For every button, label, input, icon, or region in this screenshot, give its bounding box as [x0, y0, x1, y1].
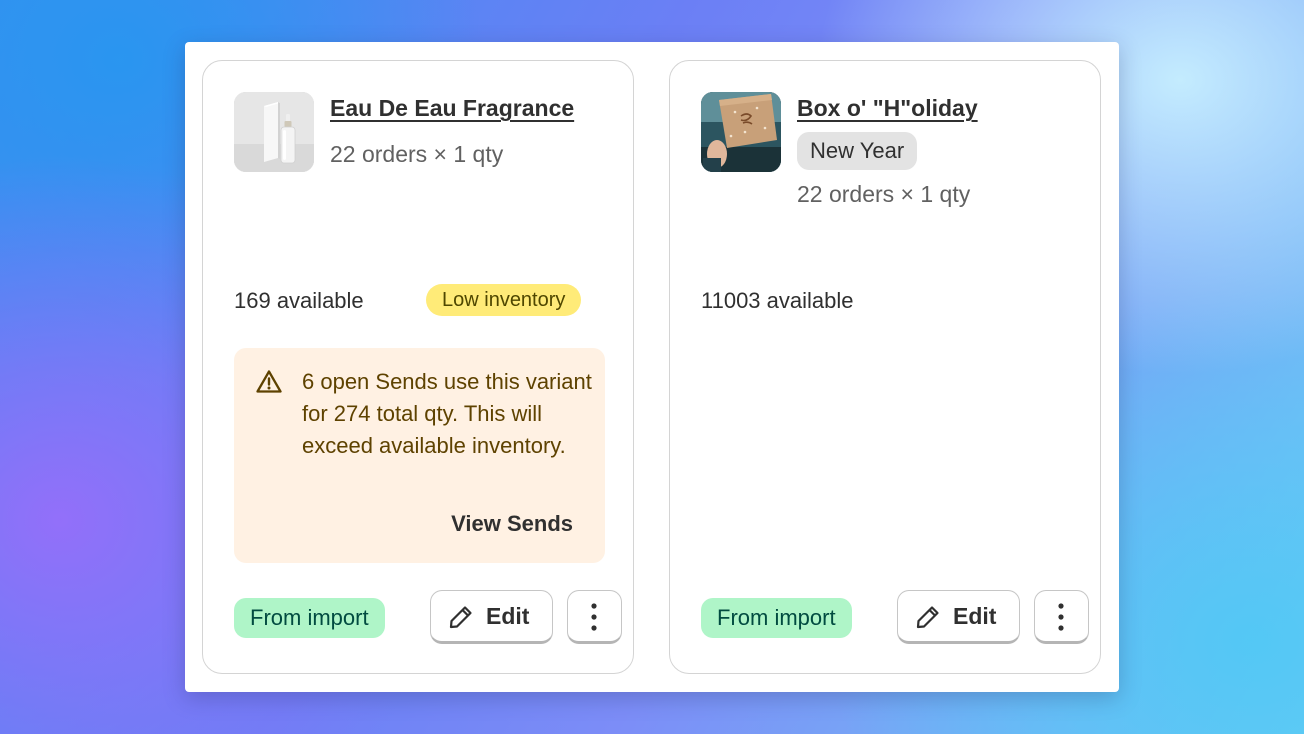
product-tag: New Year — [797, 132, 918, 170]
orders-summary: 22 orders × 1 qty — [330, 141, 504, 167]
edit-button-label: Edit — [953, 603, 997, 629]
variants-panel: Eau De Eau Fragrance 22 orders × 1 qty 1… — [185, 42, 1119, 692]
product-title-link[interactable]: Eau De Eau Fragrance — [330, 95, 574, 122]
product-title-link[interactable]: Box o' "H"oliday — [797, 95, 978, 122]
more-actions-button[interactable] — [567, 590, 622, 644]
more-actions-button[interactable] — [1034, 590, 1089, 644]
pencil-icon — [916, 606, 939, 629]
source-badge: From import — [234, 598, 385, 638]
low-inventory-badge: Low inventory — [426, 284, 582, 316]
source-badge: From import — [701, 598, 852, 638]
view-sends-link[interactable]: View Sends — [451, 511, 573, 537]
product-card-box-holiday: Box o' "H"oliday New Year 22 orders × 1 … — [669, 60, 1101, 674]
product-thumbnail — [701, 92, 781, 172]
alert-triangle-icon — [256, 370, 282, 393]
warning-message: 6 open Sends use this variant for 274 to… — [302, 369, 592, 458]
holiday-box-image — [701, 92, 781, 172]
more-vertical-icon — [591, 603, 597, 631]
product-card-eau-de-eau: Eau De Eau Fragrance 22 orders × 1 qty 1… — [202, 60, 634, 674]
edit-button[interactable]: Edit — [897, 590, 1020, 644]
inventory-warning-banner: 6 open Sends use this variant for 274 to… — [234, 348, 605, 563]
product-thumbnail — [234, 92, 314, 172]
pencil-icon — [449, 606, 472, 629]
edit-button[interactable]: Edit — [430, 590, 553, 644]
more-vertical-icon — [1058, 603, 1064, 631]
edit-button-label: Edit — [486, 603, 530, 629]
available-count: 169 available — [234, 288, 364, 313]
orders-summary: 22 orders × 1 qty — [797, 181, 971, 207]
fragrance-bottle-image — [234, 92, 314, 172]
available-count: 11003 available — [701, 288, 854, 313]
